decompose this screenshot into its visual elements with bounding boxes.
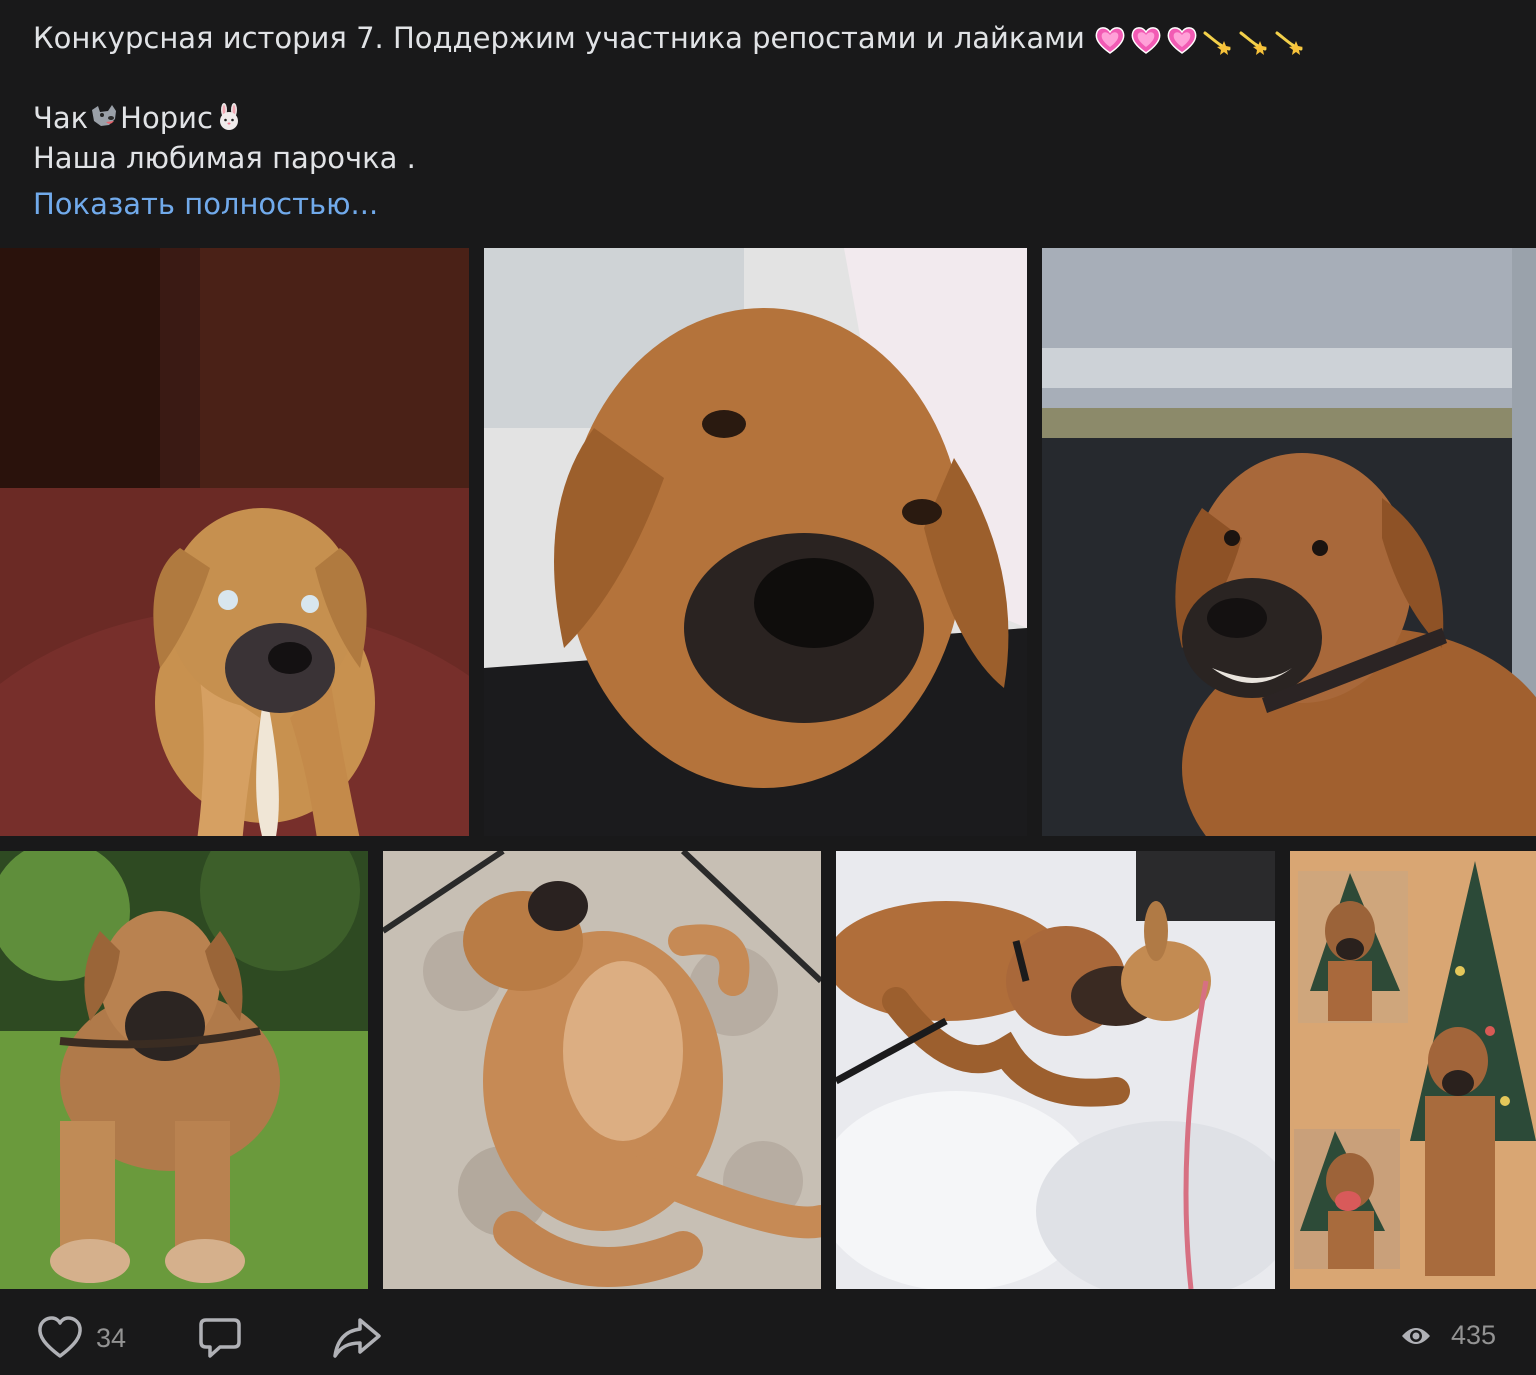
heart-outline-icon <box>38 1316 82 1358</box>
photo-dog-closeup[interactable] <box>484 248 1027 836</box>
post-title-line: Конкурсная история 7. Поддержим участник… <box>33 18 1503 58</box>
dizzy-emoji <box>1239 31 1267 55</box>
share-button[interactable] <box>332 1316 382 1360</box>
rabbit-emoji <box>219 103 238 130</box>
heart-emoji <box>1095 27 1125 54</box>
photo-dog-christmas-collage[interactable] <box>1290 851 1536 1289</box>
share-arrow-icon <box>333 1318 381 1358</box>
post-title: Конкурсная история 7. Поддержим участник… <box>33 21 1085 55</box>
dizzy-emoji <box>1275 31 1303 55</box>
comment-button[interactable] <box>198 1316 242 1360</box>
wolf-emoji <box>92 105 117 126</box>
post-names-line: Чак Норис <box>33 98 1503 138</box>
title-emoji-row <box>1093 23 1307 57</box>
heart-emoji <box>1167 27 1197 54</box>
post-actions-bar: 34 435 <box>0 1290 1536 1375</box>
photo-dog-in-car[interactable] <box>1042 248 1536 836</box>
name-norris: Норис <box>120 101 213 135</box>
photo-dog-sleeping[interactable] <box>383 851 821 1289</box>
views-count: 435 <box>1450 1320 1496 1350</box>
views-counter: 435 <box>1401 1320 1496 1351</box>
heart-emoji <box>1131 27 1161 54</box>
comment-icon <box>199 1318 241 1358</box>
post: Конкурсная история 7. Поддержим участник… <box>0 0 1536 1375</box>
eye-icon <box>1401 1327 1430 1344</box>
dizzy-emoji <box>1203 31 1231 55</box>
show-more-link[interactable]: Показать полностью... <box>33 184 378 224</box>
post-text: Конкурсная история 7. Поддержим участник… <box>33 18 1503 178</box>
photo-dog-and-rabbit-snow[interactable] <box>836 851 1275 1289</box>
text-spacer <box>33 58 1503 98</box>
likes-count: 34 <box>96 1322 127 1353</box>
name-chuck: Чак <box>33 101 89 135</box>
post-subtitle: Наша любимая парочка . <box>33 141 416 175</box>
like-button[interactable]: 34 <box>36 1316 126 1360</box>
photo-puppy-sitting[interactable] <box>0 248 469 836</box>
photo-dog-on-grass[interactable] <box>0 851 368 1289</box>
